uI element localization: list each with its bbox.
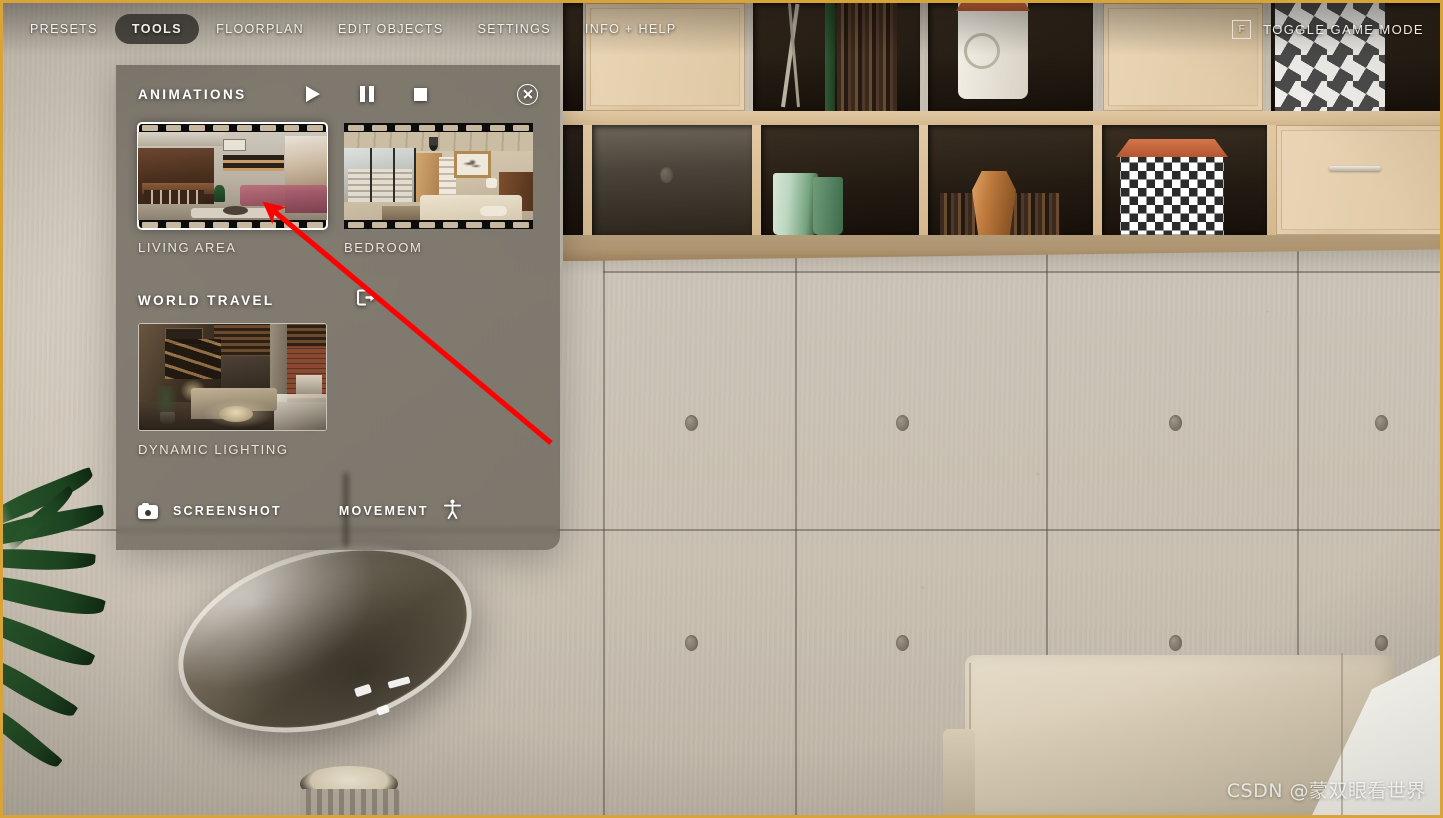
exit-arrow-icon[interactable] (356, 289, 376, 311)
stop-button[interactable] (411, 84, 431, 104)
toggle-game-mode-control[interactable]: F TOGGLE GAME MODE (1232, 19, 1440, 39)
wall-tie-hole (1169, 635, 1182, 651)
person-accessibility-icon (443, 499, 461, 524)
wall-tie-hole (685, 635, 698, 651)
nav-item-settings[interactable]: SETTINGS (461, 14, 568, 44)
copper-vessel (972, 171, 1016, 235)
filmstrip-thumbnail[interactable] (344, 123, 533, 229)
nav-item-presets[interactable]: PRESETS (13, 14, 115, 44)
top-navigation-bar: PRESETS TOOLS FLOORPLAN EDIT OBJECTS SET… (3, 3, 1440, 55)
panel-footer: SCREENSHOT MOVEMENT (116, 491, 560, 531)
animation-label-living-area: LIVING AREA (138, 240, 237, 255)
wall-tie-hole (1375, 635, 1388, 651)
watermark: CSDN @蒙双眼看世界 (1226, 780, 1426, 802)
pause-button[interactable] (357, 84, 377, 104)
patterned-building (1120, 153, 1224, 235)
lamp-base (300, 789, 400, 815)
world-travel-thumbnail-row: DYNAMIC LIGHTING (116, 323, 560, 457)
wall-tie-hole (896, 635, 909, 651)
shelf-cell (761, 125, 919, 235)
panel-title: ANIMATIONS (138, 86, 247, 102)
shelf-shadow (563, 235, 1440, 275)
section-title-world-travel: WORLD TRAVEL (138, 292, 275, 308)
play-button[interactable] (303, 84, 323, 104)
screenshot-label: SCREENSHOT (173, 504, 282, 518)
stop-icon (414, 87, 427, 101)
movement-button[interactable]: MOVEMENT (339, 499, 461, 524)
palm-frond (3, 566, 106, 624)
sofa-arm (943, 729, 975, 815)
film-perforations-bottom (138, 220, 327, 229)
green-vase-small (813, 177, 843, 235)
nav-item-floorplan[interactable]: FLOORPLAN (199, 14, 321, 44)
shelf-door-panel (1281, 130, 1440, 230)
thumbnail-dynamic-lighting[interactable] (138, 323, 327, 431)
animation-label-bedroom: BEDROOM (344, 240, 423, 255)
close-icon[interactable] (517, 83, 538, 105)
world-travel-item-dynamic-lighting[interactable]: DYNAMIC LIGHTING (138, 323, 327, 457)
app-window: PRESETS TOOLS FLOORPLAN EDIT OBJECTS SET… (0, 0, 1443, 818)
play-icon (305, 86, 320, 102)
shelf-divider (919, 125, 928, 235)
nav-item-info-help[interactable]: INFO + HELP (568, 14, 694, 44)
shelf-divider (583, 125, 592, 235)
wall-tie-hole (1169, 415, 1182, 431)
panel-header: ANIMATIONS (116, 65, 560, 123)
animation-item-living-area[interactable]: LIVING AREA (137, 122, 328, 255)
toggle-game-mode-label[interactable]: TOGGLE GAME MODE (1263, 22, 1424, 37)
film-perforations-bottom (344, 220, 533, 229)
wall-tie-hole (896, 415, 909, 431)
nav-item-tools[interactable]: TOOLS (114, 14, 200, 44)
shelf-cell (1102, 125, 1267, 235)
film-perforations-top (138, 123, 327, 132)
shelf-door[interactable] (1276, 125, 1440, 235)
thumbnail-image-bedroom (344, 132, 533, 220)
shelf-cell (563, 125, 583, 235)
green-vase (773, 173, 818, 235)
nav-items: PRESETS TOOLS FLOORPLAN EDIT OBJECTS SET… (3, 14, 694, 44)
thumbnail-image-living-area (138, 132, 327, 220)
door-handle[interactable] (1329, 166, 1381, 171)
movement-label: MOVEMENT (338, 504, 429, 518)
world-travel-label-dynamic-lighting: DYNAMIC LIGHTING (138, 442, 289, 457)
patterned-roof (1116, 139, 1228, 157)
shelf-board (563, 111, 1440, 125)
wall-tie-hole (685, 415, 698, 431)
shelf-cell (928, 125, 1093, 235)
screenshot-button[interactable]: SCREENSHOT (138, 503, 282, 519)
camera-icon (138, 503, 158, 519)
wall-tie-hole (1375, 415, 1388, 431)
wall-tie-hole (660, 167, 673, 183)
nav-item-edit-objects[interactable]: EDIT OBJECTS (321, 14, 461, 44)
palm-frond (3, 544, 96, 574)
film-perforations-top (344, 123, 533, 132)
pause-icon (359, 86, 374, 102)
animations-panel: ANIMATIONS LIVING AREA BEDROOM WORLD TRA… (116, 65, 560, 550)
shelf-divider (752, 125, 761, 235)
animation-thumbnail-row: LIVING AREA BEDROOM (116, 122, 560, 255)
key-badge-f: F (1232, 19, 1252, 39)
transport-controls (303, 84, 431, 104)
filmstrip-thumbnail[interactable] (137, 122, 328, 230)
shelf-divider (1267, 125, 1276, 235)
shelf-cell-open (592, 125, 752, 235)
animation-item-bedroom[interactable]: BEDROOM (344, 123, 533, 255)
world-travel-section-header: WORLD TRAVEL (116, 285, 560, 315)
shelf-divider (1093, 125, 1102, 235)
